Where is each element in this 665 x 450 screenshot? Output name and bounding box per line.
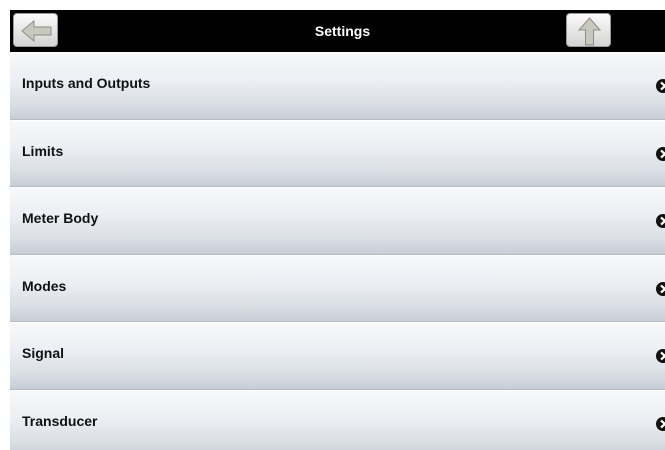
menu-item-meter-body[interactable]: Meter Body [10, 187, 665, 255]
menu-item-inputs-and-outputs[interactable]: Inputs and Outputs [10, 52, 665, 120]
chevron-right-circle-icon [656, 214, 665, 229]
menu-item-label: Modes [22, 277, 67, 294]
chevron-right-circle-icon [656, 146, 665, 161]
menu-item-label: Meter Body [22, 210, 99, 227]
menu-item-label: Signal [22, 345, 65, 362]
left-arrow-icon [21, 19, 52, 43]
up-arrow-icon [577, 17, 602, 46]
chevron-right-circle-icon [656, 349, 665, 364]
settings-screen: Settings Inputs and Outputs Limits Meter… [10, 10, 665, 450]
menu-item-transducer[interactable]: Transducer [10, 389, 665, 450]
header-bar: Settings [10, 10, 665, 52]
menu-item-label: Inputs and Outputs [22, 75, 151, 91]
menu-item-label: Limits [22, 142, 64, 159]
chevron-right-circle-icon [656, 281, 665, 296]
settings-menu-list: Inputs and Outputs Limits Meter Body Mod… [10, 52, 665, 450]
back-button[interactable] [13, 13, 58, 47]
menu-item-modes[interactable]: Modes [10, 254, 665, 323]
up-button[interactable] [566, 13, 611, 47]
chevron-right-circle-icon [656, 79, 665, 93]
chevron-right-circle-icon [656, 416, 665, 431]
menu-item-limits[interactable]: Limits [10, 119, 665, 188]
menu-item-signal[interactable]: Signal [10, 322, 665, 390]
menu-item-label: Transducer [22, 412, 98, 429]
